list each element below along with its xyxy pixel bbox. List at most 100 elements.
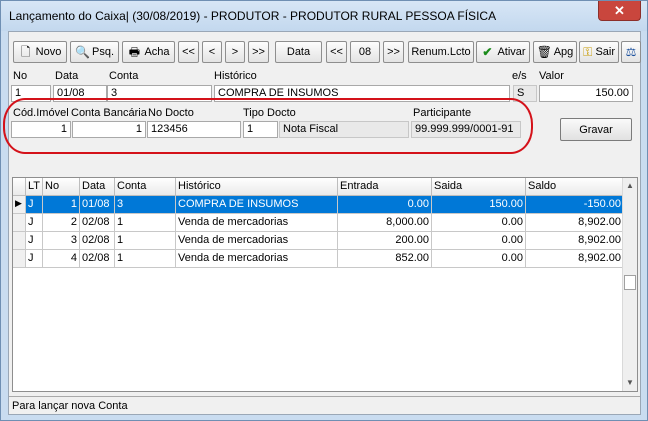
month-field[interactable]: 08: [350, 41, 380, 63]
cell-entrada: 200.00: [338, 232, 432, 250]
cell-no: 2: [43, 214, 80, 232]
es-label: e/s: [512, 70, 527, 82]
no-label: No: [13, 70, 28, 82]
cell-saldo: 8,902.00: [526, 214, 624, 232]
grid-header-lt[interactable]: LT: [26, 178, 43, 196]
conta-label: Conta: [109, 70, 139, 82]
grid-header-no[interactable]: No: [43, 178, 80, 196]
data-button[interactable]: Data: [275, 41, 322, 63]
novo-label: Novo: [35, 46, 62, 58]
toolbar: 🗋 Novo 🔍 Psq. 🖶 Acha << < > >> Data << 0…: [13, 41, 641, 63]
valor-field[interactable]: 150.00: [539, 85, 633, 102]
grid-header-entrada[interactable]: Entrada: [338, 178, 432, 196]
month-prev-button[interactable]: <<: [326, 41, 347, 63]
cell-data: 02/08: [80, 214, 115, 232]
main-window: Lançamento do Caixa| (30/08/2019) - PROD…: [0, 0, 648, 421]
cell-lt: J: [26, 214, 43, 232]
cell-no: 1: [43, 196, 80, 214]
cell-lt: J: [26, 196, 43, 214]
acha-label: Acha: [144, 46, 170, 58]
sair-button[interactable]: ⚿ Sair: [579, 41, 619, 63]
renum-button[interactable]: Renum.Lcto: [408, 41, 474, 63]
grid-header: LT No Data Conta Histórico Entrada Saida…: [13, 178, 624, 196]
grid-header-data[interactable]: Data: [80, 178, 115, 196]
grid-header-indicator: [13, 178, 26, 196]
cell-entrada: 0.00: [338, 196, 432, 214]
magnifier-icon: 🔍: [74, 45, 90, 59]
status-text: Para lançar nova Conta: [12, 400, 128, 412]
cell-saldo: -150.00: [526, 196, 624, 214]
cell-saldo: 8,902.00: [526, 250, 624, 268]
cell-lt: J: [26, 250, 43, 268]
cell-conta: 1: [115, 250, 176, 268]
cell-entrada: 8,000.00: [338, 214, 432, 232]
scroll-down-icon[interactable]: ▼: [623, 375, 637, 391]
cell-data: 02/08: [80, 250, 115, 268]
cell-saida: 0.00: [432, 232, 526, 250]
title-bar: Lançamento do Caixa| (30/08/2019) - PROD…: [1, 1, 647, 31]
ativar-button[interactable]: ✔ Ativar: [476, 41, 530, 63]
next-record-button[interactable]: >: [225, 41, 245, 63]
grid-header-conta[interactable]: Conta: [115, 178, 176, 196]
data-label: Data: [55, 70, 79, 82]
cell-saida: 150.00: [432, 196, 526, 214]
window-title: Lançamento do Caixa| (30/08/2019) - PROD…: [9, 9, 497, 23]
cell-saida: 0.00: [432, 214, 526, 232]
printer-icon: 🖶: [128, 45, 141, 59]
table-row[interactable]: ▶ J 1 01/08 3 COMPRA DE INSUMOS 0.00 150…: [13, 196, 624, 214]
scale-icon: ⚖: [625, 45, 637, 59]
cell-historico: COMPRA DE INSUMOS: [176, 196, 338, 214]
cell-conta: 1: [115, 214, 176, 232]
month-next-button[interactable]: >>: [383, 41, 404, 63]
prev-record-button[interactable]: <: [202, 41, 222, 63]
table-row[interactable]: J 3 02/08 1 Venda de mercadorias 200.00 …: [13, 232, 624, 250]
close-button[interactable]: ✕: [598, 1, 641, 21]
cell-entrada: 852.00: [338, 250, 432, 268]
grid-header-saida[interactable]: Saida: [432, 178, 526, 196]
grid-scrollbar[interactable]: ▲ ▼: [622, 178, 637, 391]
table-row[interactable]: J 4 02/08 1 Venda de mercadorias 852.00 …: [13, 250, 624, 268]
grid-header-historico[interactable]: Histórico: [176, 178, 338, 196]
scale-button[interactable]: ⚖: [621, 41, 641, 63]
key-icon: ⚿: [583, 45, 593, 59]
cell-saida: 0.00: [432, 250, 526, 268]
psq-label: Psq.: [91, 46, 114, 58]
entries-grid: LT No Data Conta Histórico Entrada Saida…: [12, 177, 638, 392]
table-row[interactable]: J 2 02/08 1 Venda de mercadorias 8,000.0…: [13, 214, 624, 232]
grid-header-saldo[interactable]: Saldo: [526, 178, 624, 196]
cell-historico: Venda de mercadorias: [176, 214, 338, 232]
first-record-button[interactable]: <<: [178, 41, 199, 63]
highlight-ellipse: [3, 98, 533, 154]
cell-lt: J: [26, 232, 43, 250]
scroll-thumb[interactable]: [624, 275, 636, 290]
checkmark-icon: ✔: [482, 45, 493, 59]
row-indicator: [13, 250, 26, 268]
trash-icon: 🗑: [536, 45, 552, 59]
cell-historico: Venda de mercadorias: [176, 232, 338, 250]
status-bar: Para lançar nova Conta: [9, 396, 640, 414]
ativar-label: Ativar: [497, 46, 526, 58]
cell-conta: 1: [115, 232, 176, 250]
cell-no: 4: [43, 250, 80, 268]
last-record-button[interactable]: >>: [248, 41, 269, 63]
row-indicator: [13, 232, 26, 250]
sair-label: Sair: [595, 46, 615, 58]
novo-button[interactable]: 🗋 Novo: [13, 41, 67, 63]
cell-no: 3: [43, 232, 80, 250]
row-pointer-icon: ▶: [13, 196, 26, 214]
client-area: 🗋 Novo 🔍 Psq. 🖶 Acha << < > >> Data << 0…: [3, 31, 641, 415]
scroll-up-icon[interactable]: ▲: [623, 178, 637, 194]
row-indicator: [13, 214, 26, 232]
apg-button[interactable]: 🗑 Apg: [533, 41, 577, 63]
cell-conta: 3: [115, 196, 176, 214]
valor-label: Valor: [539, 70, 564, 82]
cell-data: 01/08: [80, 196, 115, 214]
cell-saldo: 8,902.00: [526, 232, 624, 250]
new-document-icon: 🗋: [20, 45, 31, 59]
gravar-button[interactable]: Gravar: [560, 118, 632, 141]
cell-historico: Venda de mercadorias: [176, 250, 338, 268]
acha-button[interactable]: 🖶 Acha: [122, 41, 175, 63]
psq-button[interactable]: 🔍 Psq.: [70, 41, 119, 63]
historico-label: Histórico: [214, 70, 257, 82]
apg-label: Apg: [553, 46, 574, 58]
